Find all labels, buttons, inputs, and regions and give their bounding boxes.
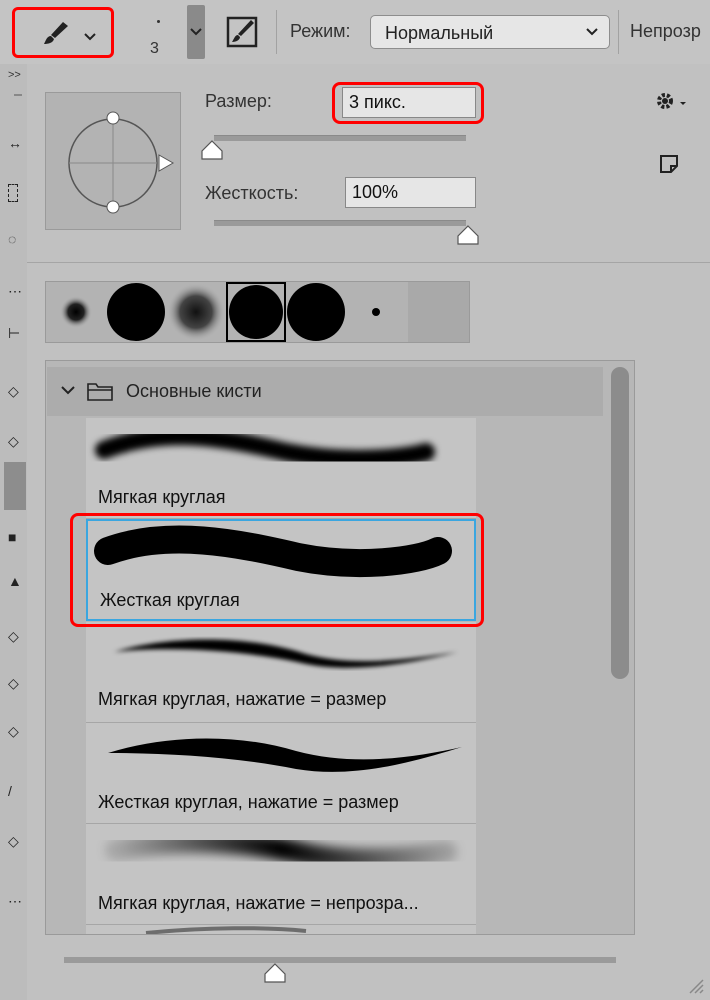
size-slider-handle[interactable]	[200, 139, 224, 161]
brush-icon	[44, 22, 68, 44]
chevron-down-icon	[586, 28, 598, 36]
selected-brush-highlight	[70, 513, 484, 627]
hard-taper-stroke-preview	[108, 738, 462, 772]
brush-list-scrollbar[interactable]	[611, 367, 629, 927]
quick-select-tool-icon[interactable]: ⋯	[8, 284, 22, 298]
selected-thumbnail[interactable]	[226, 282, 286, 342]
brush-angle-roundness-icon	[68, 111, 175, 214]
preview-size-slider-track[interactable]	[64, 957, 616, 963]
new-preset-icon[interactable]	[658, 153, 680, 175]
size-slider-track[interactable]	[214, 135, 466, 141]
soft-large-brush-icon[interactable]	[166, 282, 226, 342]
soft-fade-stroke-preview	[105, 831, 457, 871]
group-title: Основные кисти	[126, 381, 262, 401]
tool-preset-picker[interactable]	[12, 7, 114, 58]
brush-name: Мягкая круглая, нажатие = размер	[98, 689, 387, 709]
stroke-preview	[145, 926, 307, 934]
empty-slot	[408, 282, 469, 342]
chevron-down-icon	[84, 33, 96, 41]
resize-grip-icon[interactable]	[686, 976, 704, 994]
brush-angle-preview[interactable]	[45, 92, 181, 230]
gradient-tool-icon[interactable]: ◇	[8, 676, 22, 690]
chevron-down-icon	[61, 386, 75, 395]
brush-item[interactable]: Мягкая круглая	[86, 418, 476, 519]
brush-tool-active[interactable]	[4, 462, 26, 510]
chevron-down-icon	[190, 28, 202, 36]
brush-name: Жесткая круглая, нажатие = размер	[98, 792, 399, 812]
brush-item[interactable]: Жесткая круглая, нажатие = размер	[86, 723, 476, 824]
blur-tool-icon[interactable]: ◇	[8, 724, 22, 738]
brush-item[interactable]: Мягкая круглая, нажатие = размер	[86, 622, 476, 723]
brush-size-dot	[157, 20, 160, 23]
brush-group-header[interactable]: Основные кисти	[47, 367, 603, 416]
brush-name: Мягкая круглая, нажатие = непрозра...	[98, 893, 419, 913]
grip-icon	[14, 94, 22, 96]
brush-name: Мягкая круглая	[98, 487, 226, 507]
brush-size-value: 3	[150, 40, 159, 57]
marquee-tool-icon[interactable]	[8, 184, 18, 202]
brush-list: Основные кисти Мягкая круглая Жесткая кр…	[45, 360, 635, 935]
mode-select[interactable]: Нормальный	[370, 15, 610, 49]
preview-size-slider-handle[interactable]	[263, 962, 287, 984]
folder-icon	[87, 383, 113, 401]
options-toolbar: 3 Режим: Нормальный Непрозр	[0, 0, 710, 65]
mode-label: Режим:	[290, 21, 351, 41]
soft-taper-stroke-preview	[114, 639, 458, 668]
size-label: Размер:	[205, 91, 272, 111]
eyedropper-tool-icon[interactable]: ◇	[8, 384, 22, 398]
text-tool-icon[interactable]: ⋯	[8, 894, 22, 908]
dodge-tool-icon[interactable]: /	[8, 784, 22, 798]
brush-item[interactable]: Мягкая круглая, нажатие = непрозра...	[86, 824, 476, 925]
gear-icon[interactable]	[654, 90, 688, 112]
move-tool-icon[interactable]: ↔	[8, 136, 22, 150]
hardness-slider-handle[interactable]	[456, 224, 480, 246]
recent-brushes	[45, 281, 470, 343]
collapse-toggle[interactable]: >>	[8, 69, 21, 81]
hard-large-brush-icon	[229, 285, 283, 339]
hard-small-brush-icon[interactable]	[346, 282, 406, 342]
toolbar-divider	[618, 10, 619, 54]
crop-tool-icon[interactable]: ⊢	[8, 326, 22, 340]
tools-panel: >> ↔ ◌ ⋯ ⊢ ◇ ◇ ■ ▲ ◇ ◇ ◇ / ◇ ⋯	[0, 64, 28, 1000]
mode-select-value: Нормальный	[385, 23, 494, 43]
opacity-label: Непрозр	[630, 21, 701, 41]
brush-size-dropdown[interactable]	[187, 5, 205, 59]
scroll-thumb[interactable]	[611, 367, 629, 679]
healing-tool-icon[interactable]: ◇	[8, 434, 22, 448]
brush-panel-toggle[interactable]	[224, 14, 260, 50]
history-brush-icon[interactable]: ▲	[8, 574, 22, 588]
soft-small-brush-icon[interactable]	[46, 282, 106, 342]
stamp-tool-icon[interactable]: ■	[8, 530, 22, 544]
hardness-slider-track[interactable]	[214, 220, 466, 226]
soft-round-stroke-preview	[95, 427, 435, 468]
panel-divider	[27, 262, 710, 263]
hard-large-brush-icon[interactable]	[106, 282, 166, 342]
brush-item[interactable]	[86, 925, 476, 934]
eraser-tool-icon[interactable]: ◇	[8, 629, 22, 643]
size-field[interactable]: 3 пикс.	[342, 87, 476, 118]
lasso-tool-icon[interactable]: ◌	[8, 232, 22, 246]
hardness-field[interactable]: 100%	[345, 177, 476, 208]
hard-large-brush-icon[interactable]	[286, 282, 346, 342]
hardness-label: Жесткость:	[205, 183, 299, 203]
brush-settings-icon	[226, 16, 258, 48]
toolbar-divider	[276, 10, 277, 54]
pen-tool-icon[interactable]: ◇	[8, 834, 22, 848]
